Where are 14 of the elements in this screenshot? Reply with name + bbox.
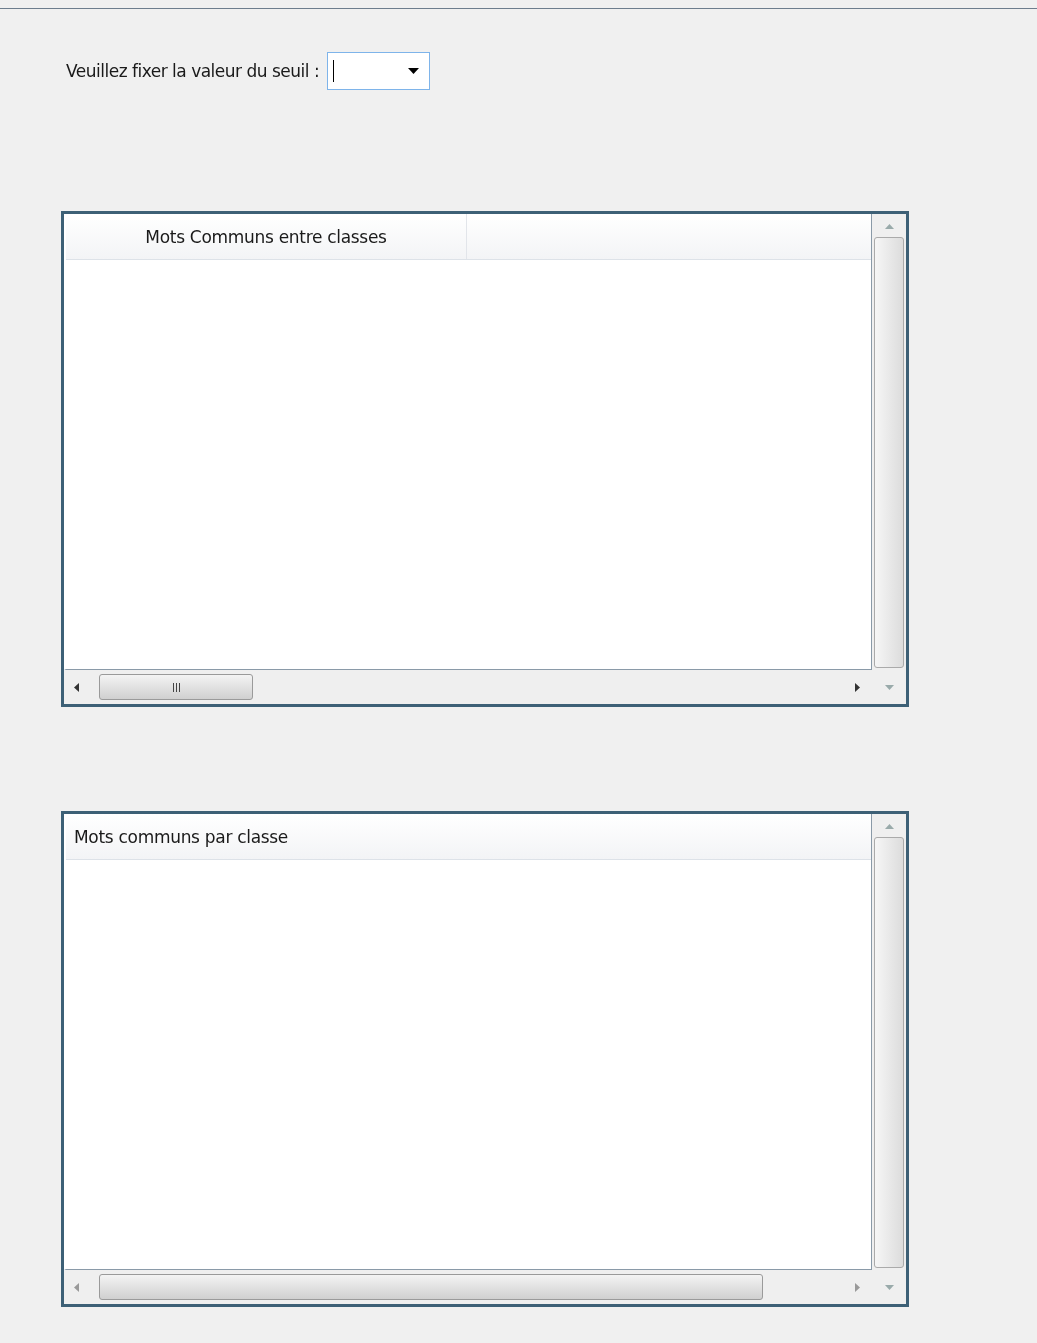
scroll-down-arrow-icon[interactable] xyxy=(884,684,894,690)
horizontal-scrollbar[interactable] xyxy=(64,1270,906,1304)
threshold-dropdown[interactable] xyxy=(327,52,431,90)
horizontal-scrollbar[interactable] xyxy=(64,670,906,704)
scroll-up-arrow-icon[interactable] xyxy=(884,224,894,229)
column-header[interactable]: Mots communs par classe xyxy=(66,814,871,859)
scroll-up-arrow-icon[interactable] xyxy=(884,824,894,829)
vertical-scrollbar[interactable] xyxy=(872,214,906,670)
threshold-label: Veuillez fixer la valeur du seuil : xyxy=(66,61,320,81)
scroll-down-arrow-icon[interactable] xyxy=(884,1284,894,1290)
vertical-scrollbar[interactable] xyxy=(872,814,906,1270)
scroll-left-arrow-icon[interactable] xyxy=(74,682,79,692)
dropdown-arrow-icon xyxy=(408,68,420,74)
scroll-right-arrow-icon[interactable] xyxy=(855,682,860,692)
